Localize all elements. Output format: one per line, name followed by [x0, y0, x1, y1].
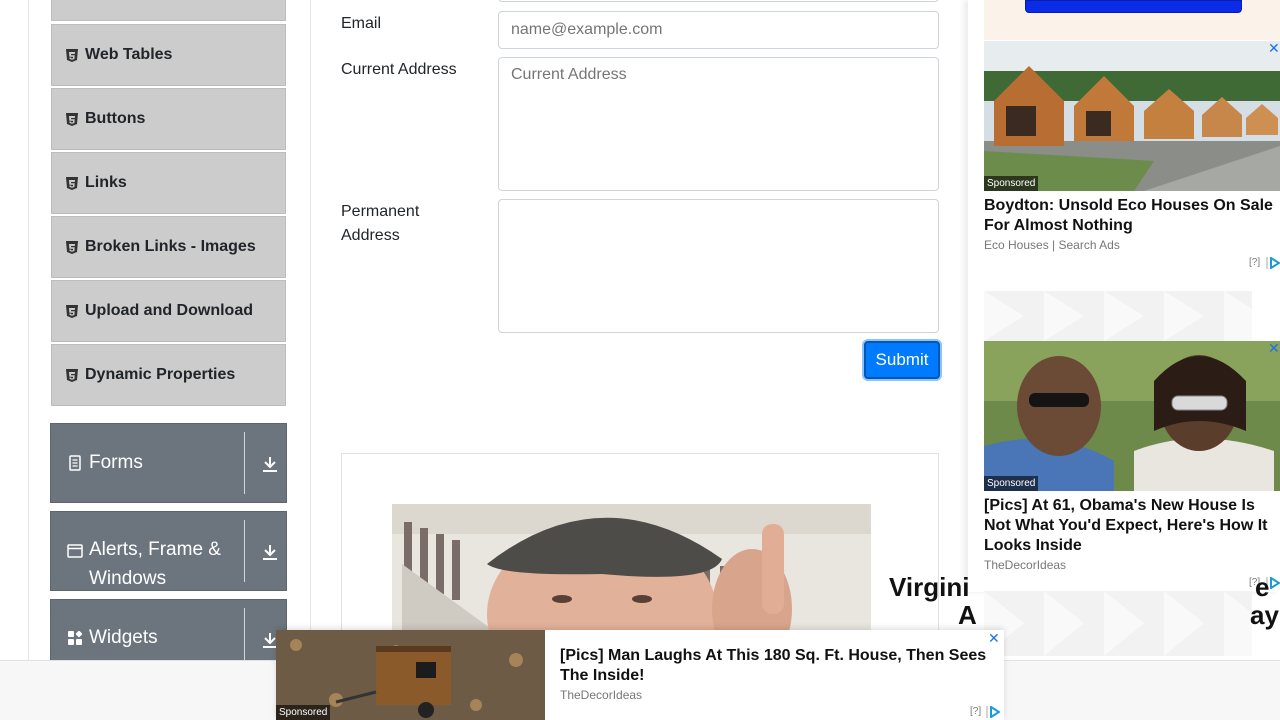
close-icon[interactable]: ✕ [1268, 40, 1280, 57]
ad-image-obama-house[interactable] [984, 341, 1280, 491]
download-icon[interactable] [260, 542, 280, 562]
permanent-address-label-line2: Address [341, 227, 400, 244]
sidebar-group-forms[interactable]: Forms [50, 423, 287, 503]
download-icon[interactable] [260, 454, 280, 474]
group-label-line2: Windows [89, 568, 167, 589]
sponsored-tag: Sponsored [984, 176, 1039, 191]
sidebar-item-web-tables[interactable]: Web Tables [51, 24, 286, 86]
current-address-label: Current Address [341, 61, 457, 78]
adchoice-link[interactable]: [?] [970, 706, 981, 717]
document-icon [69, 455, 81, 471]
bottom-ad[interactable]: Sponsored [Pics] Man Laughs At This 180 … [276, 630, 1004, 720]
sidebar-divider [310, 0, 311, 660]
html5-icon [66, 240, 78, 254]
previous-field-edge[interactable] [498, 0, 939, 2]
page: Web Tables Buttons Links Broken Links - … [0, 0, 1280, 720]
group-label: Widgets [89, 627, 158, 648]
html5-icon [66, 304, 78, 318]
adchoice-link[interactable]: [?] [1249, 257, 1260, 268]
sidebar-item-buttons[interactable]: Buttons [51, 88, 286, 150]
left-border [28, 0, 29, 660]
adchoices-icon[interactable] [986, 706, 1000, 718]
triangle-pattern [984, 591, 1252, 656]
sponsored-tag: Sponsored [276, 705, 331, 720]
email-label: Email [341, 15, 382, 32]
permanent-address-field[interactable] [498, 199, 939, 333]
sidebar-item-partial[interactable] [51, 0, 286, 21]
window-icon [67, 544, 83, 558]
sidebar-item-label: Dynamic Properties [85, 366, 236, 383]
submit-button[interactable]: Submit [864, 341, 940, 379]
top-ad-button[interactable] [1025, 0, 1242, 13]
sidebar-item-links[interactable]: Links [51, 152, 286, 214]
group-separator [244, 432, 245, 494]
sidebar-item-label: Upload and Download [85, 302, 253, 319]
current-address-field[interactable] [498, 57, 939, 191]
ad-pattern-band [984, 291, 1252, 341]
sidebar-item-label: Broken Links - Images [85, 238, 256, 255]
close-icon[interactable]: ✕ [1268, 340, 1280, 357]
sidebar-item-broken-links[interactable]: Broken Links - Images [51, 216, 286, 278]
group-label: Forms [89, 452, 143, 473]
permanent-address-label: Permanent [341, 203, 420, 220]
sidebar-item-upload-download[interactable]: Upload and Download [51, 280, 286, 342]
email-field[interactable] [498, 11, 939, 49]
sidebar-item-label: Web Tables [85, 46, 173, 63]
center-ad-headline[interactable]: Virgini [889, 572, 969, 603]
close-icon[interactable]: ✕ [988, 630, 1000, 647]
sidebar-item-dynamic-properties[interactable]: Dynamic Properties [51, 344, 286, 406]
couple-photo [984, 341, 1280, 491]
html5-icon [66, 368, 78, 382]
sidebar-group-alerts[interactable]: Alerts, Frame & Windows [50, 511, 287, 591]
group-separator [244, 520, 245, 582]
center-ad-headline-tail[interactable]: e [1255, 572, 1269, 603]
center-ad-image[interactable] [392, 504, 871, 644]
widgets-icon [68, 630, 83, 645]
triangle-pattern [984, 291, 1252, 341]
ad-source[interactable]: Eco Houses | Search Ads [984, 238, 1120, 252]
sponsored-tag: Sponsored [984, 476, 1039, 491]
center-ad-headline-tail-line2[interactable]: ay [1250, 600, 1279, 631]
ad-title[interactable]: [Pics] At 61, Obama's New House Is Not W… [984, 496, 1274, 556]
ad-source[interactable]: TheDecorIdeas [560, 688, 642, 702]
ad-pattern-band [984, 591, 1252, 656]
ad-image-eco-houses[interactable] [984, 41, 1280, 191]
sidebar-item-label: Links [85, 174, 127, 191]
sidebar-group-widgets[interactable]: Widgets [50, 599, 287, 661]
group-label: Alerts, Frame & [89, 539, 221, 560]
html5-icon [66, 176, 78, 190]
group-separator [244, 608, 245, 661]
ad-source[interactable]: TheDecorIdeas [984, 558, 1066, 572]
ad-title[interactable]: Boydton: Unsold Eco Houses On Sale For A… [984, 196, 1274, 236]
adchoices-icon[interactable] [1266, 257, 1280, 269]
center-ad-headline-line2[interactable]: A [958, 600, 977, 631]
sidebar-item-label: Buttons [85, 110, 146, 127]
ad-title[interactable]: [Pics] Man Laughs At This 180 Sq. Ft. Ho… [560, 646, 996, 686]
center-ad-photo [392, 504, 871, 644]
eco-houses-photo [984, 41, 1280, 191]
html5-icon [66, 48, 78, 62]
html5-icon [66, 112, 78, 126]
